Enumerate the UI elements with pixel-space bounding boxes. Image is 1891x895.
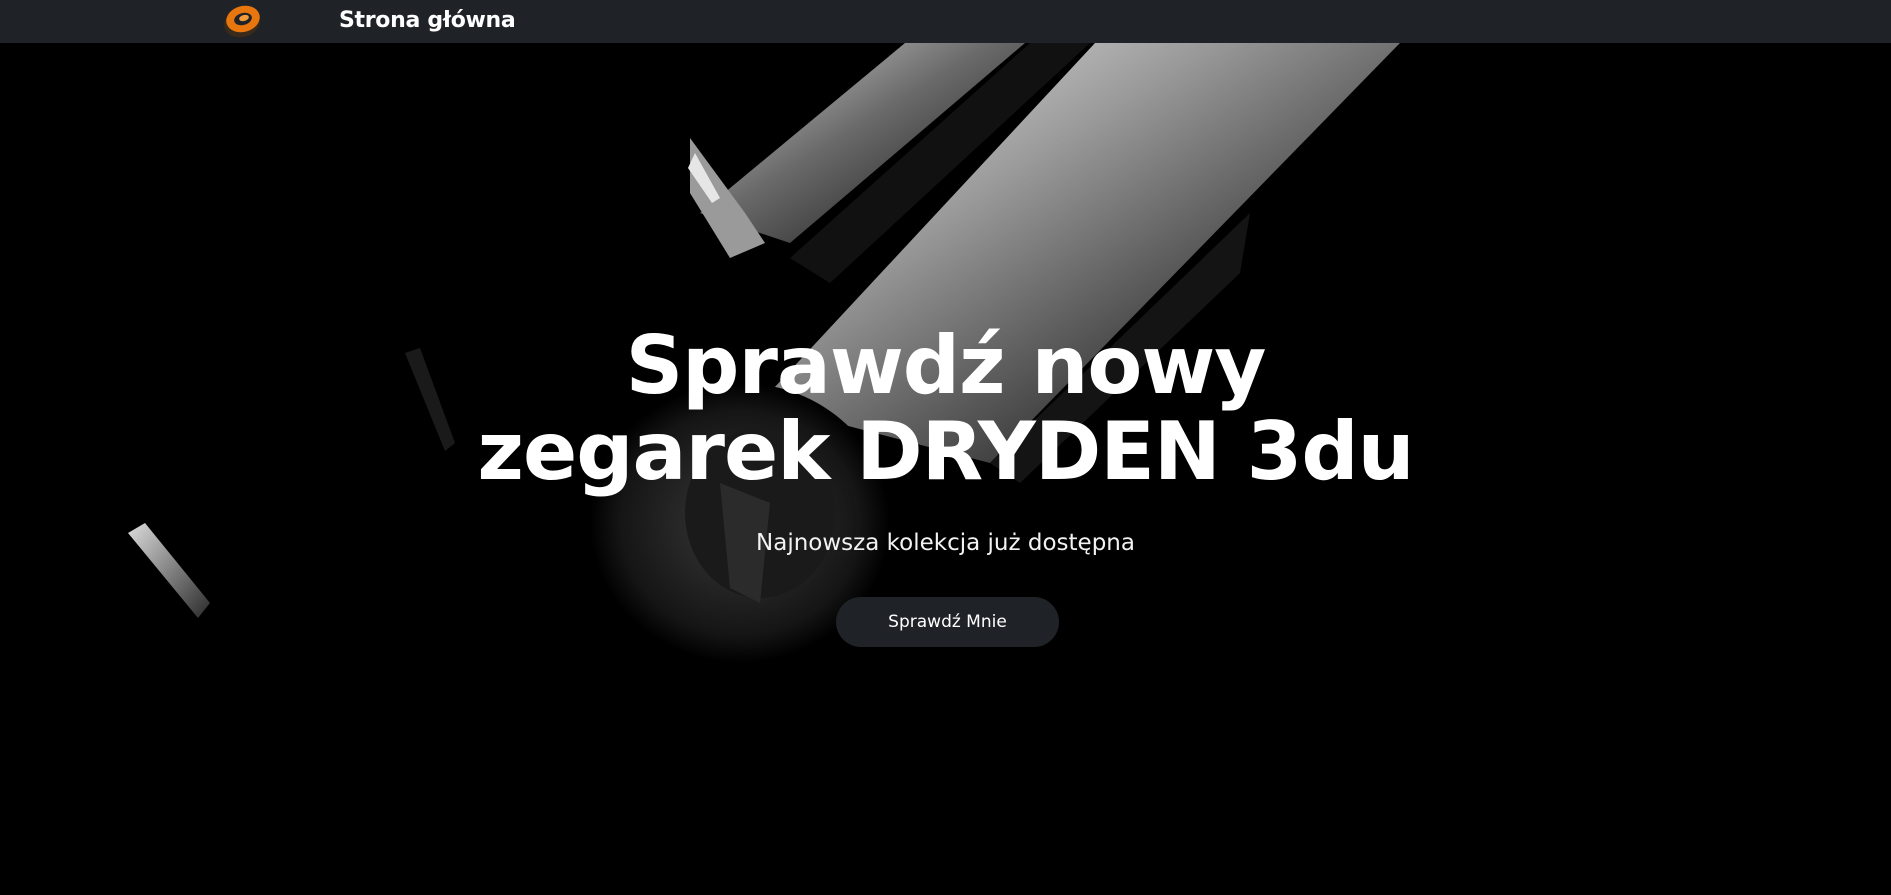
top-navbar: Strona główna — [0, 0, 1891, 43]
check-me-button[interactable]: Sprawdź Mnie — [836, 597, 1059, 647]
hero-title-line-2: zegarek DRYDEN 3du — [477, 405, 1414, 498]
brand-logo-icon[interactable] — [222, 0, 264, 40]
hero-title-line-1: Sprawdź nowy — [625, 319, 1267, 412]
nav-link-home[interactable]: Strona główna — [339, 7, 516, 35]
hero-subtitle: Najnowsza kolekcja już dostępna — [756, 530, 1135, 556]
hero-title: Sprawdź nowy zegarek DRYDEN 3du — [0, 323, 1891, 495]
hero-section: Sprawdź nowy zegarek DRYDEN 3du Najnowsz… — [0, 43, 1891, 895]
